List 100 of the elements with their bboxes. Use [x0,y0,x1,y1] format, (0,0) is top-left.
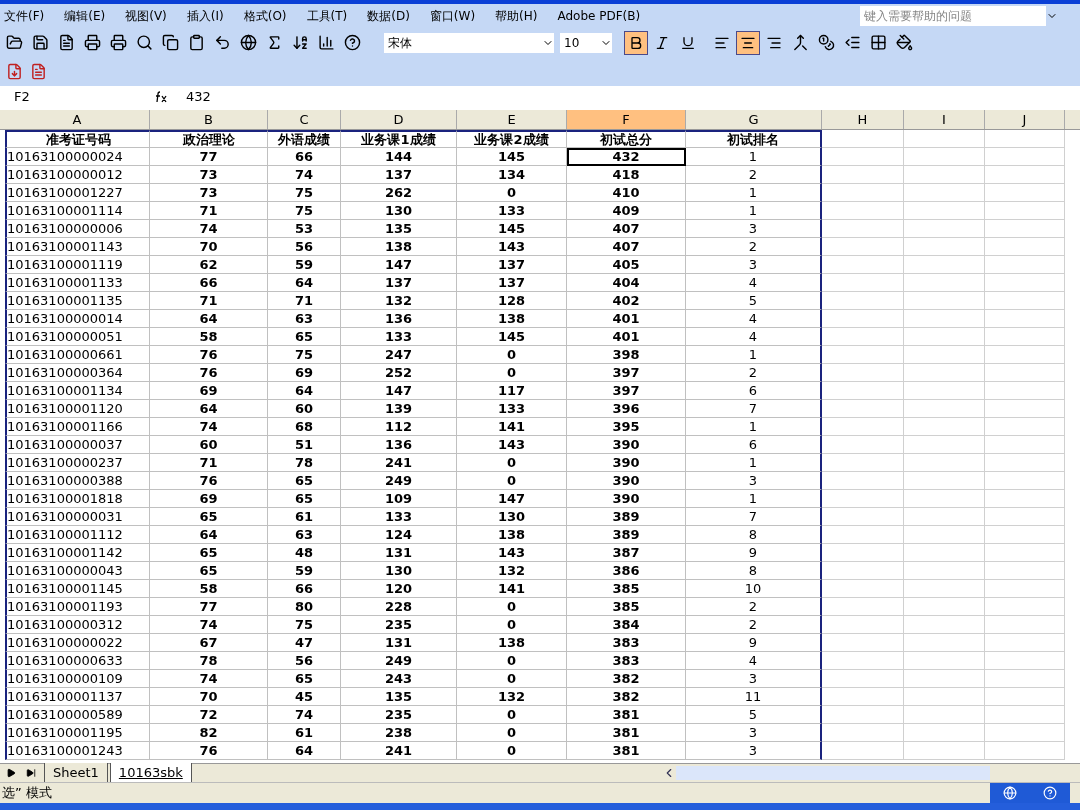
empty-cell[interactable] [985,274,1065,292]
empty-cell[interactable] [822,418,904,436]
empty-cell[interactable] [822,688,904,706]
table-cell[interactable]: 58 [150,328,268,346]
table-cell[interactable]: 69 [150,490,268,508]
empty-cell[interactable] [904,616,985,634]
sheet-tab[interactable]: 10163sbk [109,763,192,783]
table-cell[interactable]: 133 [341,508,457,526]
table-cell[interactable]: 6 [686,382,822,400]
table-cell[interactable]: 5 [686,292,822,310]
table-cell[interactable]: 247 [341,346,457,364]
table-cell[interactable]: 10163100001119 [5,256,150,274]
empty-cell[interactable] [822,562,904,580]
table-cell[interactable]: 10163100001227 [5,184,150,202]
table-cell[interactable]: 384 [567,616,686,634]
empty-cell[interactable] [904,598,985,616]
table-cell[interactable]: 1 [686,418,822,436]
table-cell[interactable]: 137 [341,166,457,184]
table-cell[interactable]: 0 [457,454,567,472]
table-cell[interactable]: 64 [268,742,341,760]
table-cell[interactable]: 64 [150,400,268,418]
table-cell[interactable]: 53 [268,220,341,238]
table-cell[interactable]: 2 [686,166,822,184]
table-cell[interactable]: 74 [268,706,341,724]
table-cell[interactable]: 252 [341,364,457,382]
table-cell[interactable]: 133 [457,202,567,220]
table-cell[interactable]: 243 [341,670,457,688]
align-center-button[interactable] [736,30,760,55]
empty-cell[interactable] [904,328,985,346]
table-cell[interactable]: 3 [686,472,822,490]
table-cell[interactable]: 45 [268,688,341,706]
table-cell[interactable]: 64 [268,382,341,400]
table-cell[interactable]: 138 [457,634,567,652]
table-cell[interactable]: 10163100001135 [5,292,150,310]
column-header[interactable]: C [268,110,341,129]
table-cell[interactable]: 65 [150,562,268,580]
empty-cell[interactable] [822,634,904,652]
empty-cell[interactable] [822,364,904,382]
empty-cell[interactable] [822,382,904,400]
empty-cell[interactable] [904,634,985,652]
table-cell[interactable]: 62 [150,256,268,274]
table-cell[interactable]: 10163100001166 [5,418,150,436]
table-cell[interactable]: 381 [567,742,686,760]
table-cell[interactable]: 7 [686,400,822,418]
table-cell[interactable]: 131 [341,544,457,562]
table-cell[interactable]: 2 [686,598,822,616]
empty-cell[interactable] [985,418,1065,436]
empty-cell[interactable] [985,598,1065,616]
table-cell[interactable]: 112 [341,418,457,436]
table-cell[interactable]: 10163100001145 [5,580,150,598]
empty-cell[interactable] [985,292,1065,310]
table-cell[interactable]: 3 [686,220,822,238]
table-cell[interactable]: 144 [341,148,457,166]
table-cell[interactable]: 130 [341,562,457,580]
table-cell[interactable]: 65 [150,544,268,562]
table-cell[interactable]: 2 [686,364,822,382]
table-cell[interactable]: 47 [268,634,341,652]
table-cell[interactable]: 1 [686,346,822,364]
table-cell[interactable]: 59 [268,562,341,580]
empty-cell[interactable] [985,652,1065,670]
table-cell[interactable]: 77 [150,598,268,616]
column-header[interactable]: F [567,110,686,129]
table-cell[interactable]: 71 [150,454,268,472]
table-cell[interactable]: 136 [341,310,457,328]
empty-cell[interactable] [904,310,985,328]
table-cell[interactable]: 76 [150,742,268,760]
table-cell[interactable]: 67 [150,634,268,652]
table-cell[interactable]: 141 [457,580,567,598]
table-cell[interactable]: 10163100001133 [5,274,150,292]
empty-cell[interactable] [904,148,985,166]
table-cell[interactable]: 382 [567,670,686,688]
table-cell[interactable]: 60 [268,400,341,418]
table-cell[interactable]: 56 [268,652,341,670]
table-cell[interactable]: 69 [268,364,341,382]
table-cell[interactable]: 48 [268,544,341,562]
column-header[interactable]: D [341,110,457,129]
empty-cell[interactable] [985,346,1065,364]
table-cell[interactable]: 10163100001137 [5,688,150,706]
table-cell[interactable]: 139 [341,400,457,418]
table-cell[interactable]: 3 [686,742,822,760]
table-cell[interactable]: 5 [686,706,822,724]
column-header[interactable]: J [985,110,1065,129]
empty-cell[interactable] [904,220,985,238]
empty-cell[interactable] [985,562,1065,580]
table-cell[interactable]: 124 [341,526,457,544]
table-cell[interactable]: 147 [457,490,567,508]
table-cell[interactable]: 132 [457,562,567,580]
table-cell[interactable]: 71 [150,292,268,310]
table-cell[interactable]: 10163100000022 [5,634,150,652]
table-cell[interactable]: 10163100000633 [5,652,150,670]
empty-cell[interactable] [822,274,904,292]
table-cell[interactable]: 65 [268,328,341,346]
empty-cell[interactable] [822,652,904,670]
table-cell[interactable]: 74 [150,670,268,688]
table-cell[interactable]: 7 [686,508,822,526]
table-cell[interactable]: 143 [457,436,567,454]
table-cell[interactable]: 75 [268,184,341,202]
empty-cell[interactable] [904,436,985,454]
table-cell[interactable]: 78 [150,652,268,670]
help-search-field[interactable]: 键入需要帮助的问题 [860,6,1046,26]
